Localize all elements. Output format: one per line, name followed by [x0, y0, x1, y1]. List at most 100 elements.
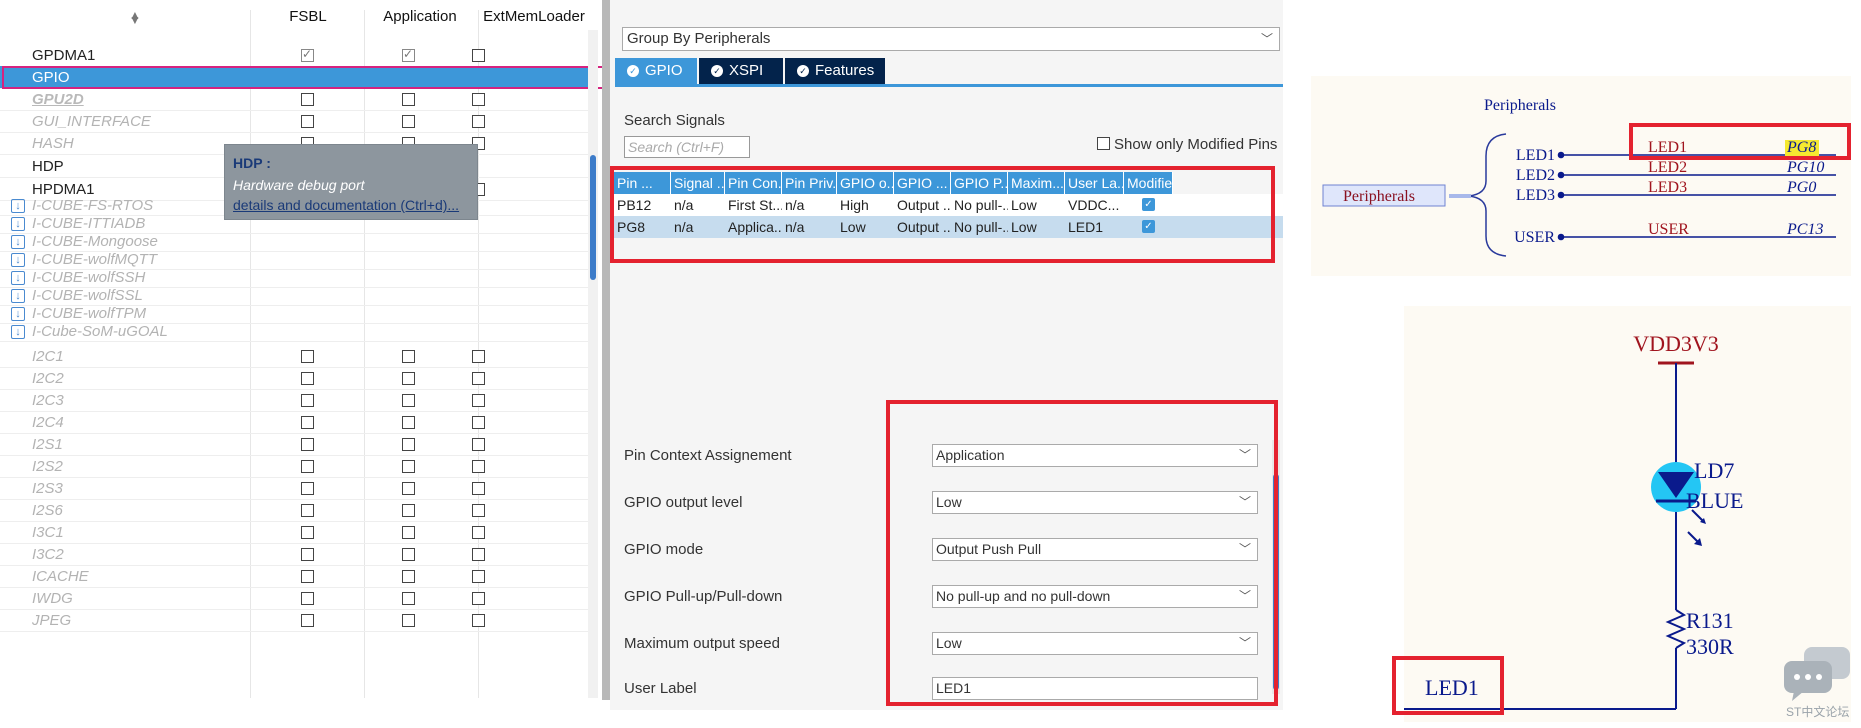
checkbox[interactable]	[402, 614, 415, 627]
checkbox[interactable]	[301, 526, 314, 539]
checkbox[interactable]	[301, 592, 314, 605]
checkbox[interactable]	[301, 548, 314, 561]
checkbox[interactable]	[472, 460, 485, 473]
download-pack-icon[interactable]: ↓	[11, 271, 25, 285]
checkbox[interactable]	[402, 570, 415, 583]
peripheral-row[interactable]: GUI_INTERFACE	[0, 110, 590, 132]
checked-checkbox[interactable]	[402, 47, 415, 62]
peripheral-row[interactable]: ↓ I-CUBE-wolfSSH	[0, 269, 590, 287]
tab-gpio[interactable]: ✓ GPIO	[615, 58, 697, 84]
peripheral-row[interactable]: ↓ I-CUBE-wolfMQTT	[0, 251, 590, 269]
peripheral-row[interactable]: I2S3	[0, 477, 590, 499]
tooltip: HDP : Hardware debug port details and do…	[224, 144, 478, 220]
peripheral-row[interactable]: GPU2D	[0, 88, 590, 110]
peripheral-row[interactable]: JPEG	[0, 609, 590, 631]
checkbox[interactable]	[301, 416, 314, 429]
checkbox[interactable]	[301, 350, 314, 363]
checkbox[interactable]	[402, 460, 415, 473]
checkbox[interactable]	[472, 93, 485, 106]
checkbox[interactable]	[472, 416, 485, 429]
scrollbar-track[interactable]	[588, 30, 598, 698]
download-pack-icon[interactable]: ↓	[11, 325, 25, 339]
show-only-modified-checkbox[interactable]: Show only Modified Pins	[1097, 136, 1277, 153]
checkbox[interactable]	[472, 592, 485, 605]
column-header-extmemloader[interactable]: ExtMemLoader	[478, 8, 590, 38]
tab-underline	[615, 84, 1283, 87]
download-pack-icon[interactable]: ↓	[11, 307, 25, 321]
checkbox[interactable]	[402, 350, 415, 363]
checkbox[interactable]	[402, 416, 415, 429]
peripheral-row[interactable]: ICACHE	[0, 565, 590, 587]
peripheral-row[interactable]: I2C2	[0, 367, 590, 389]
net-label-led3: LED3	[1648, 179, 1687, 196]
checkbox[interactable]	[472, 49, 485, 62]
checkbox[interactable]	[472, 438, 485, 451]
checkbox[interactable]	[301, 614, 314, 627]
peripheral-row[interactable]: I2C4	[0, 411, 590, 433]
checkbox[interactable]	[402, 504, 415, 517]
checked-checkbox[interactable]	[301, 47, 314, 62]
peripheral-name: I2C3	[32, 392, 64, 409]
peripheral-row[interactable]: ↓ I-CUBE-wolfTPM	[0, 305, 590, 323]
checkbox[interactable]	[301, 394, 314, 407]
annotation-box-led1-net	[1629, 123, 1851, 160]
peripheral-row[interactable]: ↓ I-Cube-SoM-uGOAL	[0, 323, 590, 341]
peripheral-row[interactable]: I3C1	[0, 521, 590, 543]
checkbox[interactable]	[301, 460, 314, 473]
checkbox[interactable]	[301, 570, 314, 583]
peripheral-row[interactable]: I3C2	[0, 543, 590, 565]
download-pack-icon[interactable]: ↓	[11, 217, 25, 231]
peripheral-row[interactable]: IWDG	[0, 587, 590, 609]
checkbox[interactable]	[301, 372, 314, 385]
checkbox[interactable]	[301, 504, 314, 517]
download-pack-icon[interactable]: ↓	[11, 199, 25, 213]
peripheral-row[interactable]: I2S6	[0, 499, 590, 521]
checkbox[interactable]	[402, 482, 415, 495]
peripheral-row[interactable]: I2C1	[0, 345, 590, 367]
peripheral-row[interactable]: GPDMA1	[0, 44, 590, 66]
checkbox[interactable]	[472, 394, 485, 407]
search-signals-input[interactable]: Search (Ctrl+F)	[624, 136, 750, 158]
column-header-application[interactable]: Application	[364, 8, 476, 38]
checkbox[interactable]	[301, 93, 314, 106]
checkbox[interactable]	[472, 372, 485, 385]
scrollbar-thumb[interactable]	[590, 155, 596, 280]
checkbox[interactable]	[472, 482, 485, 495]
checkbox[interactable]	[402, 526, 415, 539]
peripheral-row[interactable]: ↓ I-CUBE-wolfSSL	[0, 287, 590, 305]
peripheral-row[interactable]: ↓ I-CUBE-Mongoose	[0, 233, 590, 251]
peripheral-row[interactable]: I2C3	[0, 389, 590, 411]
net-label-led2: LED2	[1648, 159, 1687, 176]
checkbox[interactable]	[402, 115, 415, 128]
checkbox[interactable]	[472, 350, 485, 363]
checkbox[interactable]	[472, 115, 485, 128]
checkbox[interactable]	[402, 93, 415, 106]
checkbox[interactable]	[472, 614, 485, 627]
peripheral-row[interactable]: I2S1	[0, 433, 590, 455]
download-pack-icon[interactable]: ↓	[11, 253, 25, 267]
checkbox[interactable]	[402, 548, 415, 561]
checkbox[interactable]	[472, 548, 485, 561]
tab-features[interactable]: ✓ Features	[785, 58, 885, 84]
peripherals-schematic-svg: Peripherals Peripherals LED1 LED2 LED3 U…	[1322, 97, 1836, 257]
checkbox[interactable]	[402, 438, 415, 451]
checkbox[interactable]	[472, 570, 485, 583]
download-pack-icon[interactable]: ↓	[11, 289, 25, 303]
checkbox[interactable]	[1097, 137, 1110, 150]
group-by-select[interactable]: Group By Peripherals ﹀	[622, 27, 1280, 51]
peripheral-row[interactable]: I2S2	[0, 455, 590, 477]
checkbox[interactable]	[472, 526, 485, 539]
tab-xspi[interactable]: ✓ XSPI	[699, 58, 783, 84]
checkbox[interactable]	[472, 504, 485, 517]
checkbox[interactable]	[301, 438, 314, 451]
sort-arrows-icon[interactable]: ▲ ▼	[120, 8, 150, 38]
column-header-fsbl[interactable]: FSBL	[258, 8, 358, 38]
checkbox[interactable]	[301, 115, 314, 128]
checkbox[interactable]	[402, 592, 415, 605]
download-pack-icon[interactable]: ↓	[11, 235, 25, 249]
panel-splitter[interactable]	[602, 0, 610, 700]
checkbox[interactable]	[301, 482, 314, 495]
checkbox[interactable]	[402, 394, 415, 407]
checkbox[interactable]	[402, 372, 415, 385]
tooltip-doc-link[interactable]: details and documentation (Ctrl+d)...	[233, 197, 459, 213]
